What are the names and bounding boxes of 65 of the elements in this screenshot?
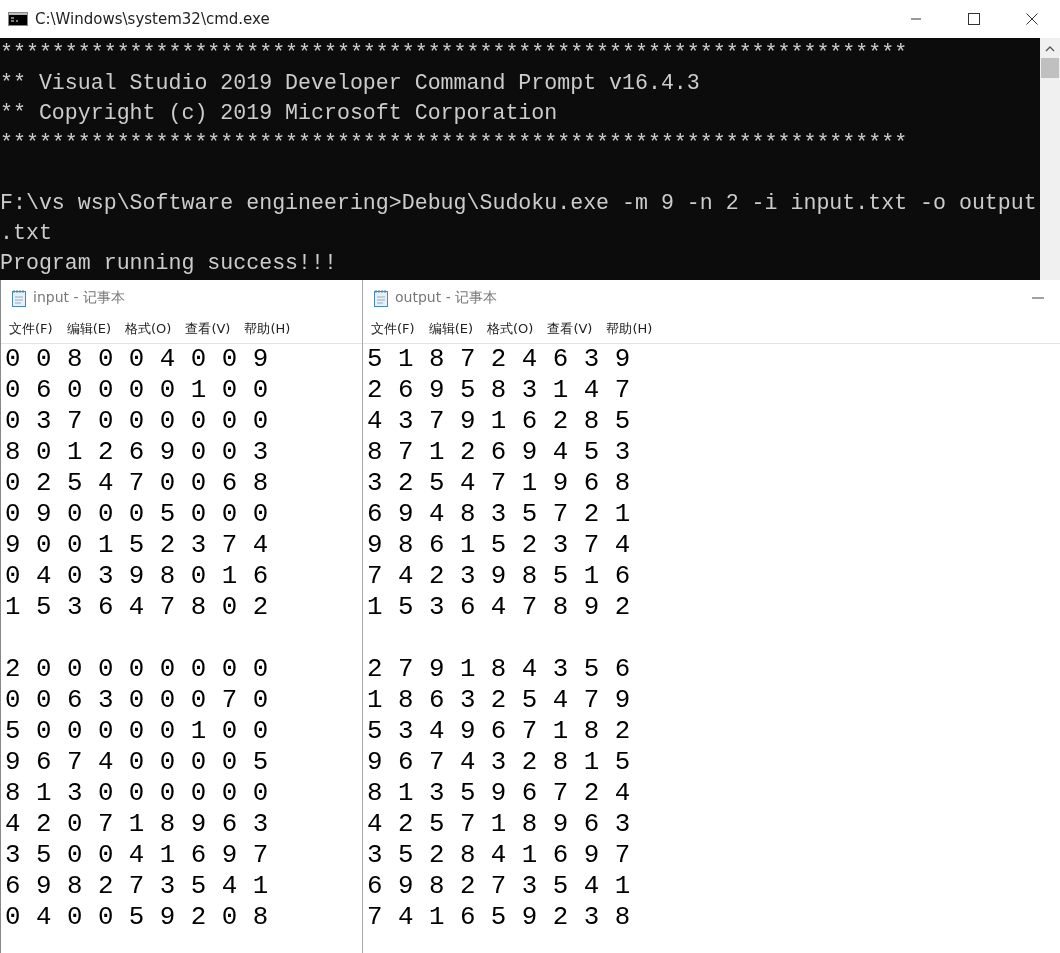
menu-item[interactable]: 帮助(H): [599, 320, 660, 338]
console-icon: [8, 12, 28, 26]
menu-item[interactable]: 编辑(E): [59, 320, 118, 338]
text-line: 3 5 0 0 4 1 6 9 7: [5, 840, 270, 871]
console-line: **********************************************************************: [0, 130, 909, 157]
console-line: .txt: [0, 220, 53, 247]
text-line: 9 8 6 1 5 2 3 7 4: [367, 530, 632, 561]
text-line: 0 0 8 0 0 4 0 0 9: [5, 344, 270, 375]
scroll-up-icon[interactable]: [1045, 46, 1055, 52]
text-line: 0 0 6 3 0 0 0 7 0: [5, 685, 270, 716]
text-line: 8 0 1 2 6 9 0 0 3: [5, 437, 270, 468]
text-line: 8 1 3 5 9 6 7 2 4: [367, 778, 632, 809]
text-line: 7 4 1 6 5 9 2 3 8: [367, 902, 632, 933]
scrollbar-thumb[interactable]: [1041, 58, 1059, 78]
text-line: 4 3 7 9 1 6 2 8 5: [367, 406, 632, 437]
text-line: 3 5 2 8 4 1 6 9 7: [367, 840, 632, 871]
text-line: 9 0 0 1 5 2 3 7 4: [5, 530, 270, 561]
menu-item[interactable]: 查看(V): [540, 320, 600, 338]
text-line: 5 3 4 9 6 7 1 8 2: [367, 716, 632, 747]
menu-item[interactable]: 查看(V): [178, 320, 238, 338]
text-line: 8 7 1 2 6 9 4 5 3: [367, 437, 632, 468]
text-line: 0 9 0 0 0 5 0 0 0: [5, 499, 270, 530]
menu-item[interactable]: 格式(O): [480, 320, 541, 338]
scrollbar[interactable]: [1040, 38, 1060, 280]
text-line: 0 2 5 4 7 0 0 6 8: [5, 468, 270, 499]
text-line: 6 9 8 2 7 3 5 4 1: [367, 871, 632, 902]
text-line: 0 3 7 0 0 0 0 0 0: [5, 406, 270, 437]
text-line: 2 6 9 5 8 3 1 4 7: [367, 375, 632, 406]
console-line: ** Visual Studio 2019 Developer Command Prompt v16.4.3: [0, 70, 701, 97]
menu-item[interactable]: 格式(O): [118, 320, 179, 338]
text-line: 1 5 3 6 4 7 8 0 2: [5, 592, 270, 623]
menu-item[interactable]: 文件(F): [363, 320, 422, 338]
menu-item[interactable]: 文件(F): [1, 320, 60, 338]
console-line: ** Copyright (c) 2019 Microsoft Corporation: [0, 100, 559, 127]
text-line: 5 0 0 0 0 0 1 0 0: [5, 716, 270, 747]
window-title: C:\Windows\system32\cmd.exe: [35, 10, 270, 28]
console-line: **********************************************************************: [0, 40, 909, 67]
console-line: F:\vs wsp\Software engineering>Debug\Sudoku.exe -m 9 -n 2 -i input.txt -o output: [0, 190, 1038, 217]
text-line: 1 8 6 3 2 5 4 7 9: [367, 685, 632, 716]
text-line: 4 2 0 7 1 8 9 6 3: [5, 809, 270, 840]
text-line: 2 7 9 1 8 4 3 5 6: [367, 654, 632, 685]
close-icon[interactable]: [1026, 13, 1038, 25]
menu-item[interactable]: 帮助(H): [237, 320, 298, 338]
window-title: output - 记事本: [395, 288, 498, 307]
notepad-icon: [11, 288, 27, 307]
menu-item[interactable]: 编辑(E): [421, 320, 480, 338]
notepad-icon: [373, 288, 389, 307]
text-line: 5 1 8 7 2 4 6 3 9: [367, 344, 632, 375]
text-line: 7 4 2 3 9 8 5 1 6: [367, 561, 632, 592]
text-line: 0 4 0 0 5 9 2 0 8: [5, 902, 270, 933]
text-line: 2 0 0 0 0 0 0 0 0: [5, 654, 270, 685]
text-line: 6 9 4 8 3 5 7 2 1: [367, 499, 632, 530]
text-line: 1 5 3 6 4 7 8 9 2: [367, 592, 632, 623]
text-line: 9 6 7 4 3 2 8 1 5: [367, 747, 632, 778]
text-line: 4 2 5 7 1 8 9 6 3: [367, 809, 632, 840]
text-line: 3 2 5 4 7 1 9 6 8: [367, 468, 632, 499]
maximize-icon[interactable]: [968, 13, 980, 25]
text-line: 6 9 8 2 7 3 5 4 1: [5, 871, 270, 902]
text-line: 9 6 7 4 0 0 0 0 5: [5, 747, 270, 778]
text-line: 0 4 0 3 9 8 0 1 6: [5, 561, 270, 592]
text-line: 0 6 0 0 0 0 1 0 0: [5, 375, 270, 406]
text-line: 8 1 3 0 0 0 0 0 0: [5, 778, 270, 809]
window-title: input - 记事本: [33, 288, 125, 307]
minimize-icon[interactable]: [1032, 295, 1044, 300]
console-line: Program running success!!!: [0, 250, 338, 277]
